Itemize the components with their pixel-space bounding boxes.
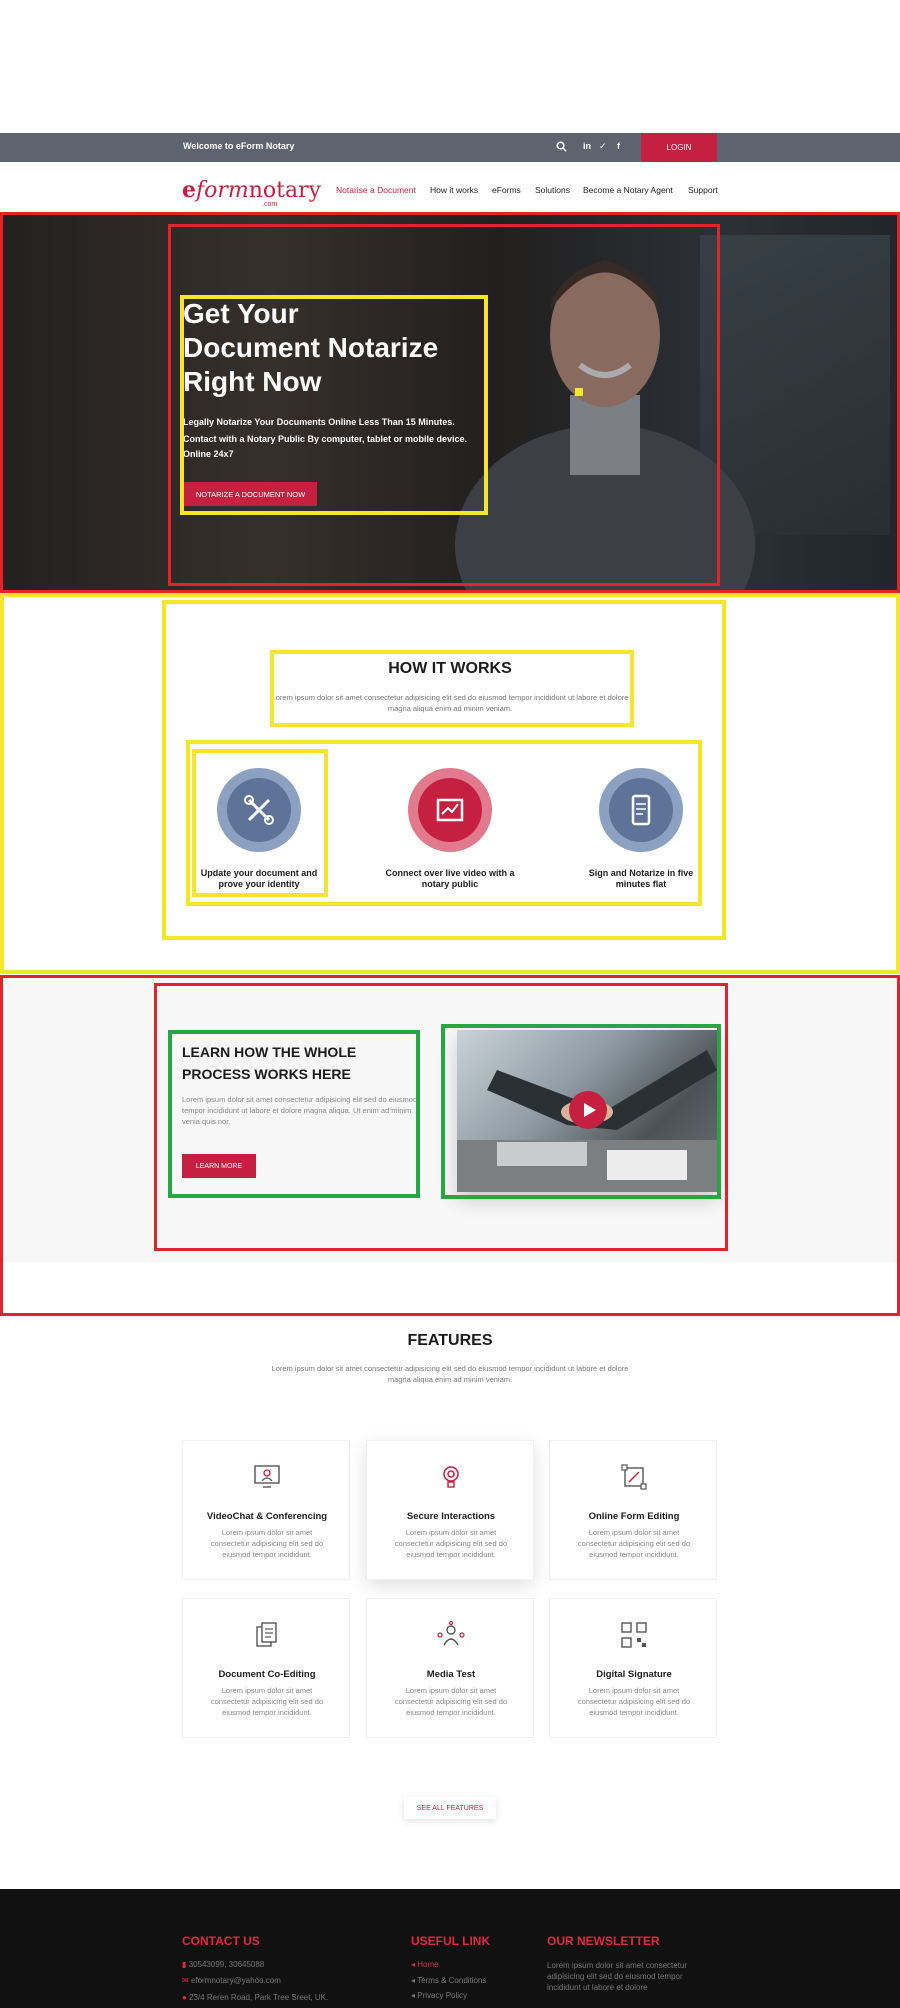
footer-link-home[interactable]: ◂ Home: [411, 1960, 439, 1969]
feature-title: Online Form Editing: [588, 1511, 680, 1522]
step-3-inner: [609, 778, 673, 842]
footer-contact-title: CONTACT US: [182, 1934, 260, 1948]
feature-card-form-editing[interactable]: Online Form Editing Lorem ipsum dolor si…: [549, 1440, 717, 1580]
step-1-label: Update your document and prove your iden…: [200, 868, 318, 889]
feature-desc: Lorem ipsum dolor sit amet consectetur a…: [577, 1528, 691, 1559]
footer-email-text: eformnotary@yahoo.com: [190, 1976, 281, 1985]
step-2-label: Connect over live video with a notary pu…: [385, 868, 515, 889]
video-chat-icon: [254, 1465, 280, 1488]
nav-notarise[interactable]: Notarise a Document: [336, 185, 416, 195]
footer-link-label: Terms & Conditions: [417, 1976, 487, 1985]
nav-solutions[interactable]: Solutions: [535, 185, 570, 195]
linkedin-icon[interactable]: in: [583, 141, 591, 151]
nav-become-agent[interactable]: Become a Notary Agent: [583, 185, 673, 195]
nav-eforms[interactable]: eForms: [492, 185, 521, 195]
step-3-label: Sign and Notarize in five minutes flat: [588, 868, 694, 889]
footer-link-label: Privacy Policy: [417, 1991, 468, 2000]
footer-link-terms[interactable]: ◂ Terms & Conditions: [411, 1976, 486, 1985]
features-subtitle: Lorem ipsum dolor sit amet consectetur a…: [271, 1364, 629, 1384]
feature-desc: Lorem ipsum dolor sit amet consectetur a…: [394, 1528, 508, 1559]
feature-card-videochat[interactable]: VideoChat & Conferencing Lorem ipsum dol…: [182, 1440, 350, 1580]
bulb-target-icon: [443, 1466, 459, 1488]
footer-phone: ▮ 30543099, 30645088: [182, 1960, 264, 1969]
logo-com: .com: [262, 201, 278, 208]
features-title: FEATURES: [407, 1332, 493, 1349]
feature-card-secure[interactable]: Secure Interactions Lorem ipsum dolor si…: [366, 1440, 534, 1580]
feature-card-digital-signature[interactable]: Digital Signature Lorem ipsum dolor sit …: [549, 1598, 717, 1738]
twitter-icon[interactable]: ✓: [599, 141, 607, 152]
step-1-circle: [217, 768, 301, 852]
footer-address: ● 23/4 Reren Road, Park Tree Sreet, UK.: [182, 1993, 328, 2002]
footer-links-title: USEFUL LINK: [411, 1934, 491, 1948]
footer-newsletter-text: Lorem ipsum dolor sit amet consectetur a…: [547, 1961, 688, 1992]
annotation-box: [180, 295, 488, 515]
step-2-inner: [418, 778, 482, 842]
step-3-circle: [599, 768, 683, 852]
qr-code-icon: [621, 1622, 647, 1648]
feature-title: Media Test: [426, 1669, 476, 1680]
login-button[interactable]: LOGIN: [641, 133, 717, 162]
facebook-icon[interactable]: f: [617, 141, 620, 151]
welcome-text: Welcome to eForm Notary: [183, 141, 295, 151]
annotation-box: [441, 1024, 721, 1199]
mobile-doc-icon: [631, 794, 651, 826]
feature-title: Document Co-Editing: [218, 1669, 316, 1680]
footer-link-label: Home: [417, 1960, 439, 1969]
footer-phone-text: 30543099, 30645088: [188, 1960, 265, 1969]
feature-title: Secure Interactions: [406, 1511, 496, 1522]
nav-how-it-works[interactable]: How it works: [430, 185, 478, 195]
location-icon: ●: [182, 1993, 190, 2002]
feature-desc: Lorem ipsum dolor sit amet consectetur a…: [577, 1686, 691, 1717]
annotation-box: [168, 1030, 420, 1198]
feature-card-co-editing[interactable]: Document Co-Editing Lorem ipsum dolor si…: [182, 1598, 350, 1738]
logo-e: e: [182, 177, 196, 203]
footer-address-text: 23/4 Reren Road, Park Tree Sreet, UK.: [189, 1993, 329, 2002]
feature-title: Digital Signature: [596, 1669, 672, 1680]
footer-email[interactable]: ✉ eformnotary@yahoo.com: [182, 1976, 281, 1985]
phone-icon: ▮: [182, 1960, 189, 1969]
footer-newsletter-title: OUR NEWSLETTER: [547, 1934, 660, 1948]
logo-form: form: [196, 178, 249, 203]
see-all-features-button[interactable]: SEE ALL FEATURES: [404, 1797, 496, 1819]
feature-desc: Lorem ipsum dolor sit amet consectetur a…: [210, 1528, 324, 1559]
logo[interactable]: eformnotary .com: [182, 177, 322, 208]
network-person-icon: [437, 1621, 465, 1646]
step-2-circle: [408, 768, 492, 852]
documents-icon: [256, 1622, 277, 1647]
feature-desc: Lorem ipsum dolor sit amet consectetur a…: [394, 1686, 508, 1717]
logo-notary: notary: [248, 178, 322, 203]
annotation-box: [270, 650, 634, 727]
top-bar: Welcome to eForm Notary in ✓ f LOGIN: [0, 133, 900, 162]
search-icon[interactable]: [556, 141, 567, 152]
feature-card-media-test[interactable]: Media Test Lorem ipsum dolor sit amet co…: [366, 1598, 534, 1738]
nav-support[interactable]: Support: [688, 185, 718, 195]
form-edit-icon: [621, 1464, 647, 1490]
step-1-inner: [227, 778, 291, 842]
feature-desc: Lorem ipsum dolor sit amet consectetur a…: [210, 1686, 324, 1717]
footer-link-privacy[interactable]: ◂ Privacy Policy: [411, 1991, 467, 2000]
mail-icon: ✉: [182, 1976, 191, 1985]
tools-icon: [244, 795, 274, 825]
feature-title: VideoChat & Conferencing: [206, 1511, 328, 1522]
sign-board-icon: [436, 798, 464, 822]
